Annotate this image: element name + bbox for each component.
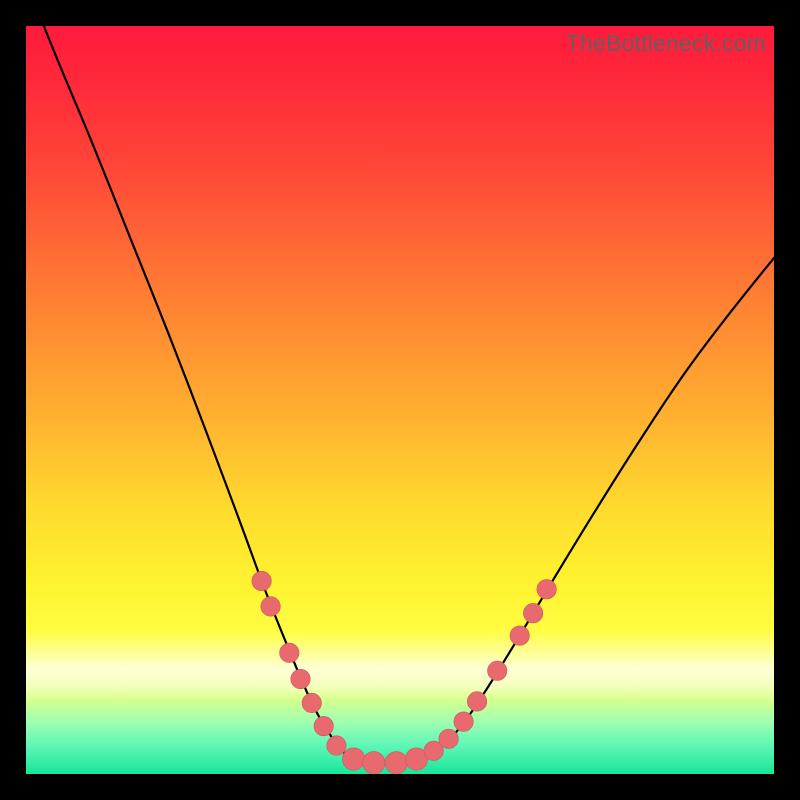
- bead-marker: [467, 692, 486, 711]
- bead-marker: [314, 716, 333, 735]
- curve-layer: [26, 26, 774, 774]
- bead-marker: [252, 571, 271, 590]
- bead-marker: [327, 736, 346, 755]
- bead-marker: [280, 643, 299, 662]
- bead-marker: [454, 712, 473, 731]
- bead-marker: [261, 597, 280, 616]
- bead-marker: [363, 752, 385, 774]
- bead-marker: [291, 669, 310, 688]
- plot-area: TheBottleneck.com: [26, 26, 774, 774]
- bead-marker: [488, 661, 507, 680]
- bead-marker: [439, 729, 458, 748]
- bead-marker: [342, 748, 364, 770]
- bead-marker: [510, 626, 529, 645]
- bottleneck-curve: [26, 0, 774, 764]
- bead-marker: [385, 752, 407, 774]
- bead-marker: [537, 580, 556, 599]
- bead-marker: [302, 693, 321, 712]
- bead-marker: [523, 603, 542, 622]
- bead-group: [252, 571, 556, 774]
- app-frame: TheBottleneck.com: [0, 0, 800, 800]
